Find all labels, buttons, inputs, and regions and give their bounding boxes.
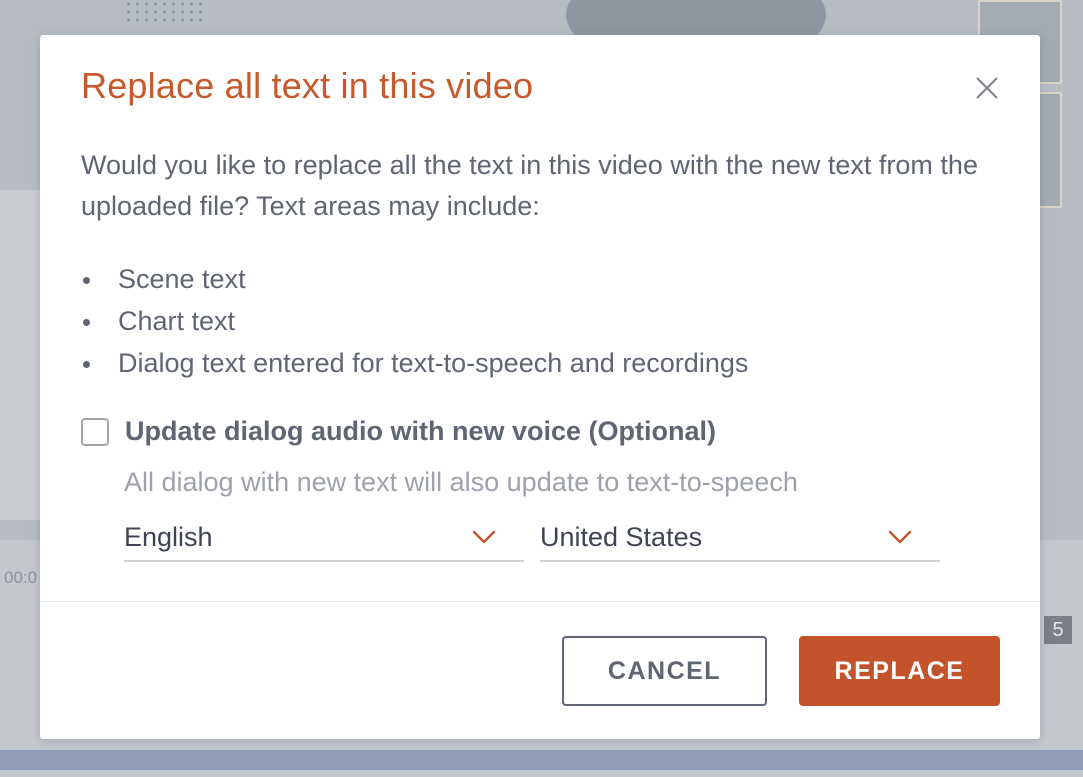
language-select[interactable]: English xyxy=(124,520,524,562)
chevron-down-icon xyxy=(888,530,912,544)
dialog-title: Replace all text in this video xyxy=(81,65,534,106)
background-scene-badge: 5 xyxy=(1044,616,1072,644)
close-icon xyxy=(976,77,998,99)
background-side-panel xyxy=(0,190,40,520)
language-select-value: English xyxy=(124,522,213,552)
background-track xyxy=(0,750,1083,770)
update-voice-option[interactable]: Update dialog audio with new voice (Opti… xyxy=(81,416,716,447)
region-select-value: United States xyxy=(540,522,703,552)
text-areas-list: Scene text Chart text Dialog text entere… xyxy=(81,258,748,384)
footer-divider xyxy=(40,601,1040,602)
replace-text-dialog: Replace all text in this video Would you… xyxy=(40,35,1040,739)
background-timecode: 00:0 xyxy=(4,568,38,587)
dialog-description: Would you like to replace all the text i… xyxy=(81,150,978,221)
update-voice-checkbox[interactable] xyxy=(81,417,109,446)
voice-helper-text: All dialog with new text will also updat… xyxy=(124,467,798,497)
cancel-button[interactable]: CANCEL xyxy=(562,636,767,706)
close-button[interactable] xyxy=(972,73,1002,103)
list-item: Chart text xyxy=(81,300,748,342)
list-item: Dialog text entered for text-to-speech a… xyxy=(81,342,748,384)
update-voice-label: Update dialog audio with new voice (Opti… xyxy=(125,416,717,446)
chevron-down-icon xyxy=(472,530,496,544)
region-select[interactable]: United States xyxy=(540,520,940,562)
list-item: Scene text xyxy=(81,258,748,300)
replace-button[interactable]: REPLACE xyxy=(799,636,1000,706)
background-pattern xyxy=(124,0,204,24)
